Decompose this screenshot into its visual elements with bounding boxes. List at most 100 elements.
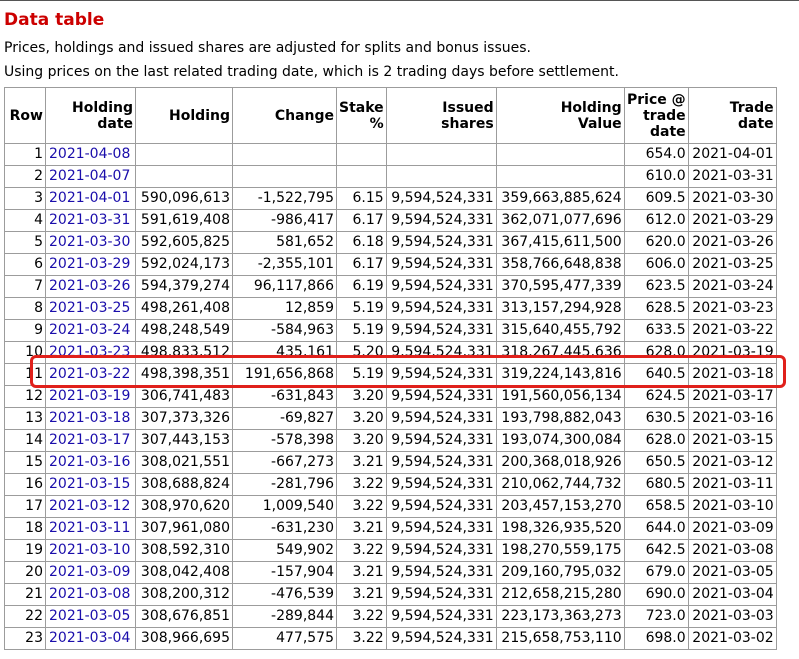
cell-price: 680.5	[623, 473, 689, 496]
cell-trade-date: 2021-03-10	[687, 495, 777, 518]
table-row: 18 2021-03-11 307,961,080 -631,230 3.21 9,594…	[4, 517, 777, 540]
cell-price: 620.0	[623, 231, 689, 254]
cell-holding-value: 359,663,885,624	[495, 187, 625, 210]
header-trade-date[interactable]: Trade date	[687, 87, 777, 144]
cell-holding: 308,676,851	[135, 605, 233, 628]
cell-row-number: 5	[4, 231, 46, 254]
holdings-data-table: Row Holding date Holding Change Stake% Is…	[4, 87, 777, 650]
holding-date-link[interactable]: 2021-03-15	[49, 476, 130, 492]
header-issued-shares[interactable]: Issued shares	[385, 87, 497, 144]
cell-holding: 498,398,351	[135, 363, 233, 386]
cell-row-number: 23	[4, 627, 46, 650]
cell-change: -289,844	[232, 605, 337, 628]
cell-stake: 3.21	[336, 451, 387, 474]
holding-date-link[interactable]: 2021-03-11	[49, 520, 130, 536]
cell-change: 435,161	[232, 341, 337, 364]
holding-date-link[interactable]: 2021-04-01	[49, 190, 130, 206]
cell-holding-value: 198,270,559,175	[495, 539, 625, 562]
cell-price: 723.0	[623, 605, 689, 628]
holding-date-link[interactable]: 2021-03-17	[49, 432, 130, 448]
holding-date-link[interactable]: 2021-03-29	[49, 256, 130, 272]
header-price-at-trade-date[interactable]: Price @ trade date	[623, 87, 689, 144]
cell-price: 698.0	[623, 627, 689, 650]
holding-date-link[interactable]: 2021-03-04	[49, 630, 130, 646]
header-holding-value[interactable]: Holding Value	[495, 87, 625, 144]
cell-holding-value: 193,074,300,084	[495, 429, 625, 452]
cell-price: 628.0	[623, 429, 689, 452]
cell-trade-date: 2021-03-23	[687, 297, 777, 320]
header-holding-date[interactable]: Holding date	[45, 87, 136, 144]
table-row: 4 2021-03-31 591,619,408 -986,417 6.17 9,594,…	[4, 209, 777, 232]
cell-issued-shares: 9,594,524,331	[385, 451, 497, 474]
cell-holding: 308,592,310	[135, 539, 233, 562]
cell-issued-shares: 9,594,524,331	[385, 253, 497, 276]
cell-change: -631,230	[232, 517, 337, 540]
holding-date-link[interactable]: 2021-03-31	[49, 212, 130, 228]
cell-holding-date: 2021-03-12	[45, 495, 136, 518]
header-row[interactable]: Row	[4, 87, 46, 144]
holding-date-link[interactable]: 2021-03-10	[49, 542, 130, 558]
cell-change: -584,963	[232, 319, 337, 342]
cell-stake	[336, 165, 387, 188]
table-row: 16 2021-03-15 308,688,824 -281,796 3.22 9,594…	[4, 473, 777, 496]
cell-trade-date: 2021-03-22	[687, 319, 777, 342]
cell-row-number: 13	[4, 407, 46, 430]
cell-holding-date: 2021-04-07	[45, 165, 136, 188]
cell-holding-date: 2021-03-29	[45, 253, 136, 276]
cell-stake: 3.20	[336, 429, 387, 452]
holding-date-link[interactable]: 2021-03-26	[49, 278, 130, 294]
cell-holding: 498,261,408	[135, 297, 233, 320]
cell-change: -69,827	[232, 407, 337, 430]
cell-change: -667,273	[232, 451, 337, 474]
cell-holding-date: 2021-03-30	[45, 231, 136, 254]
cell-holding-date: 2021-03-15	[45, 473, 136, 496]
holding-date-link[interactable]: 2021-04-07	[49, 168, 130, 184]
holding-date-link[interactable]: 2021-03-25	[49, 300, 130, 316]
cell-holding: 592,605,825	[135, 231, 233, 254]
cell-holding-date: 2021-04-01	[45, 187, 136, 210]
holding-date-link[interactable]: 2021-03-08	[49, 586, 130, 602]
cell-change	[232, 143, 337, 166]
cell-change: 477,575	[232, 627, 337, 650]
cell-holding-value: 319,224,143,816	[495, 363, 625, 386]
holding-date-link[interactable]: 2021-03-23	[49, 344, 130, 360]
holding-date-link[interactable]: 2021-04-08	[49, 146, 130, 162]
cell-holding: 308,970,620	[135, 495, 233, 518]
header-stake[interactable]: Stake%	[336, 87, 387, 144]
cell-issued-shares: 9,594,524,331	[385, 297, 497, 320]
cell-change: -986,417	[232, 209, 337, 232]
holding-date-link[interactable]: 2021-03-12	[49, 498, 130, 514]
cell-holding-date: 2021-04-08	[45, 143, 136, 166]
cell-issued-shares: 9,594,524,331	[385, 473, 497, 496]
cell-issued-shares: 9,594,524,331	[385, 341, 497, 364]
cell-issued-shares: 9,594,524,331	[385, 605, 497, 628]
cell-trade-date: 2021-03-15	[687, 429, 777, 452]
holding-date-link[interactable]: 2021-03-22	[49, 366, 130, 382]
cell-change: -281,796	[232, 473, 337, 496]
holding-date-link[interactable]: 2021-03-18	[49, 410, 130, 426]
cell-holding-value: 367,415,611,500	[495, 231, 625, 254]
cell-issued-shares: 9,594,524,331	[385, 363, 497, 386]
cell-stake: 3.22	[336, 605, 387, 628]
cell-price: 650.5	[623, 451, 689, 474]
table-row: 23 2021-03-04 308,966,695 477,575 3.22 9,594,…	[4, 627, 777, 650]
holding-date-link[interactable]: 2021-03-24	[49, 322, 130, 338]
holding-date-link[interactable]: 2021-03-30	[49, 234, 130, 250]
cell-holding-value: 315,640,455,792	[495, 319, 625, 342]
cell-holding: 308,042,408	[135, 561, 233, 584]
cell-trade-date: 2021-04-01	[687, 143, 777, 166]
cell-stake: 6.18	[336, 231, 387, 254]
holding-date-link[interactable]: 2021-03-19	[49, 388, 130, 404]
table-row: 17 2021-03-12 308,970,620 1,009,540 3.22 9,59…	[4, 495, 777, 518]
holding-date-link[interactable]: 2021-03-05	[49, 608, 130, 624]
header-holding[interactable]: Holding	[135, 87, 233, 144]
header-change[interactable]: Change	[232, 87, 337, 144]
table-row: 3 2021-04-01 590,096,613 -1,522,795 6.15 9,59…	[4, 187, 777, 210]
cell-trade-date: 2021-03-24	[687, 275, 777, 298]
holding-date-link[interactable]: 2021-03-16	[49, 454, 130, 470]
cell-row-number: 19	[4, 539, 46, 562]
cell-holding-date: 2021-03-25	[45, 297, 136, 320]
cell-holding-date: 2021-03-19	[45, 385, 136, 408]
cell-stake: 6.19	[336, 275, 387, 298]
holding-date-link[interactable]: 2021-03-09	[49, 564, 130, 580]
